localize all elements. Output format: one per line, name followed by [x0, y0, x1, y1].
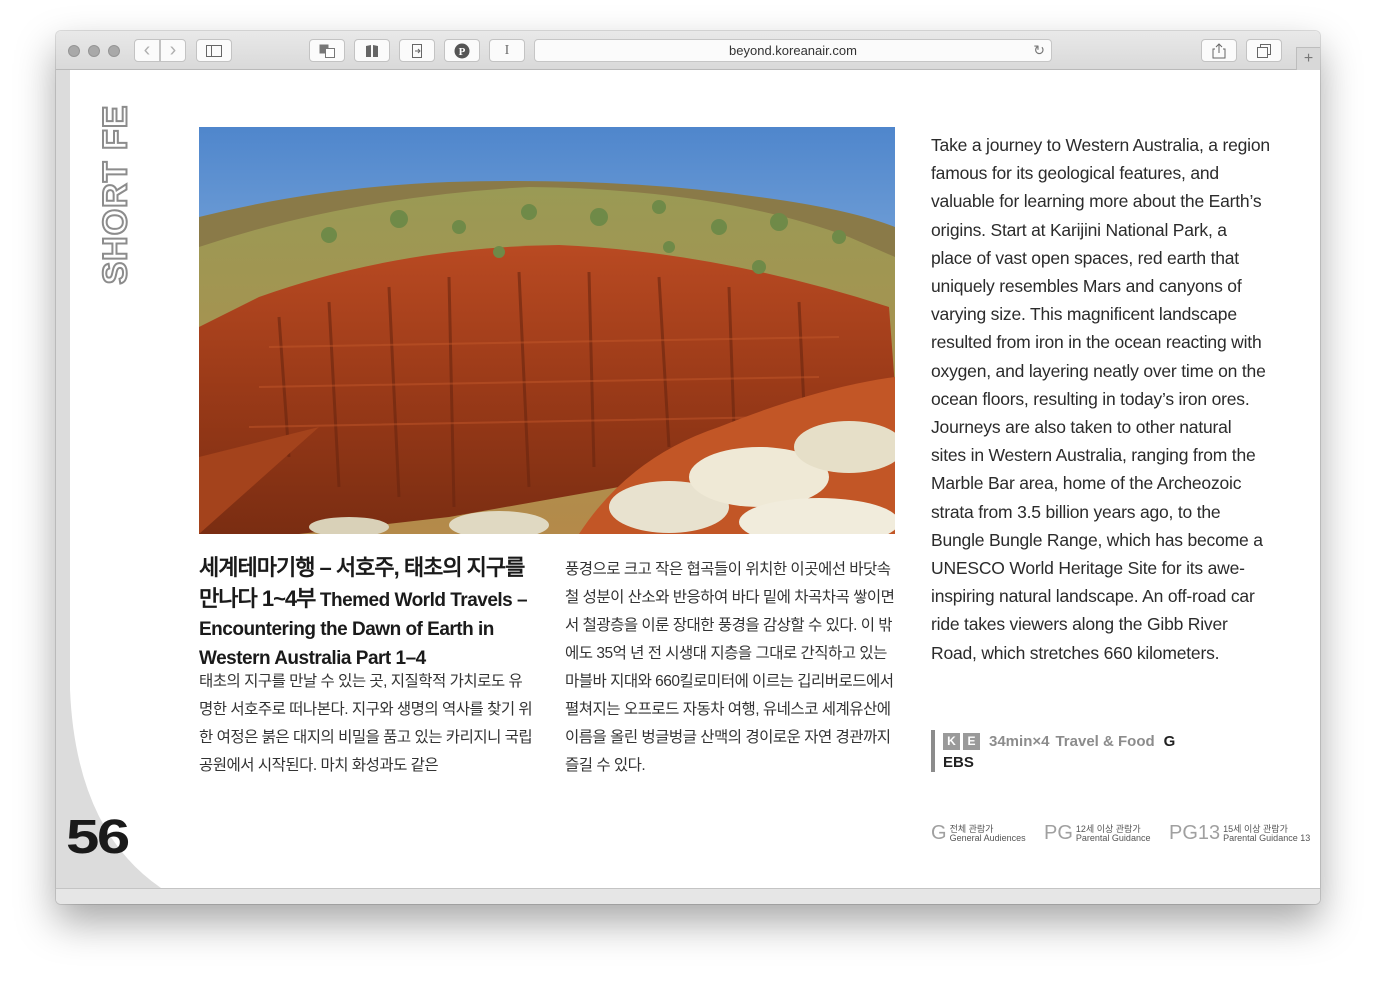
close-window-button[interactable]	[68, 45, 80, 57]
program-info: K E 34min×4 Travel & Food G EBS	[931, 730, 1175, 772]
minimize-window-button[interactable]	[88, 45, 100, 57]
export-icon	[412, 43, 422, 58]
rating: G	[1163, 732, 1176, 750]
english-body: Take a journey to Western Australia, a r…	[931, 135, 1270, 663]
share-icon	[1212, 42, 1226, 58]
browser-status-bar	[56, 888, 1320, 904]
text-cursor-icon: I	[504, 42, 510, 58]
new-tab-button[interactable]: +	[1296, 47, 1320, 70]
svg-text:P: P	[459, 46, 466, 58]
page-content: SHORT FE 56 세계테마기행 – 서호주, 태초의 지구를 만나다 1~…	[56, 70, 1320, 888]
rating-code: PG	[1044, 822, 1073, 844]
sidebar-button[interactable]	[196, 39, 232, 62]
book-icon	[366, 44, 378, 57]
korean-body-column-1: 태초의 지구를 만날 수 있는 곳, 지질학적 가치로도 유명한 서호주로 떠나…	[199, 673, 533, 774]
chevron-left-icon: ‹	[143, 39, 151, 61]
duration: 34min×4	[989, 732, 1050, 750]
rating-en: General Audiences	[949, 832, 1026, 843]
genre: Travel & Food	[1055, 732, 1155, 750]
plus-icon: +	[1303, 50, 1314, 67]
cursor-extension-button[interactable]: I	[489, 39, 525, 62]
tabs-overview-button[interactable]	[1246, 39, 1282, 62]
reader-extension-button[interactable]	[354, 39, 390, 62]
rating-en: Parental Guidance	[1075, 832, 1151, 843]
rating-legend-g: G 전체 관람가 General Audiences	[931, 822, 1026, 845]
tabs-icon	[1257, 43, 1271, 58]
forward-button[interactable]: ›	[160, 39, 186, 62]
rating-code: G	[931, 822, 947, 844]
rating-en: Parental Guidance 13	[1223, 832, 1311, 843]
reload-icon[interactable]: ↻	[1033, 42, 1045, 59]
channel: EBS	[943, 754, 974, 771]
e-badge: E	[963, 732, 980, 750]
k-badge: K	[943, 732, 960, 750]
page-number: 56	[66, 811, 130, 864]
section-vertical-label: SHORT FE	[96, 104, 136, 286]
rating-legend-pg: PG 12세 이상 관람가 Parental Guidance	[1044, 822, 1150, 845]
translate-icon	[319, 44, 335, 58]
pinterest-icon: P	[454, 43, 470, 58]
rating-legend-pg13: PG13 15세 이상 관람가 Parental Guidance 13	[1169, 822, 1310, 845]
back-button[interactable]: ‹	[134, 39, 160, 62]
url-text: beyond.koreanair.com	[729, 43, 857, 58]
canyon-photo	[199, 127, 895, 534]
zoom-window-button[interactable]	[108, 45, 120, 57]
translate-extension-button[interactable]	[309, 39, 345, 62]
sidebar-icon	[206, 44, 222, 57]
pinterest-extension-button[interactable]: P	[444, 39, 480, 62]
chevron-right-icon: ›	[169, 39, 177, 61]
article-title: 세계테마기행 – 서호주, 태초의 지구를 만나다 1~4부 Themed Wo…	[199, 554, 539, 674]
korean-body-column-2: 풍경으로 크고 작은 협곡들이 위치한 이곳에선 바닷속 철 성분이 산소와 반…	[565, 561, 895, 774]
rating-code: PG13	[1169, 822, 1221, 844]
save-extension-button[interactable]	[399, 39, 435, 62]
browser-window: ‹ › P I beyond.koreanair.com ↻ + SHORT F…	[56, 31, 1320, 904]
address-bar[interactable]: beyond.koreanair.com ↻	[534, 39, 1052, 62]
share-button[interactable]	[1201, 39, 1237, 62]
browser-toolbar: ‹ › P I beyond.koreanair.com ↻ +	[56, 31, 1320, 70]
